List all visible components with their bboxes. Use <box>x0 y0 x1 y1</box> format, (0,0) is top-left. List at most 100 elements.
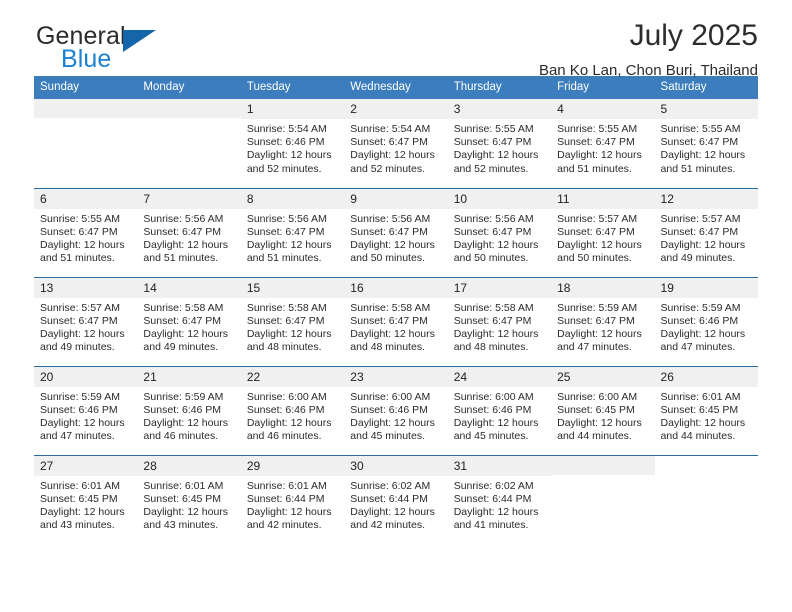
calendar-day-cell[interactable] <box>654 454 758 544</box>
day-sun-info: Sunrise: 6:01 AM Sunset: 6:45 PM Daylight:… <box>137 476 240 533</box>
day-sun-info-line: Sunrise: 5:56 AM <box>246 212 327 225</box>
day-cell-content <box>34 99 138 188</box>
calendar-body: 1 Sunrise: 5:54 AM Sunset: 6:46 PM Daylight… <box>34 99 758 544</box>
calendar-day-cell[interactable]: 6 Sunrise: 5:55 AM Sunset: 6:47 PM Daylight… <box>34 187 138 277</box>
calendar-day-cell[interactable]: 15 Sunrise: 5:58 AM Sunset: 6:47 PM Dayligh… <box>240 276 345 366</box>
day-number <box>137 99 241 118</box>
calendar-day-cell[interactable] <box>34 99 138 188</box>
day-cell-content: 30 Sunrise: 6:02 AM Sunset: 6:44 PM Dayligh… <box>344 455 448 545</box>
day-cell-content: 13 Sunrise: 5:57 AM Sunset: 6:47 PM Dayligh… <box>34 277 138 366</box>
day-sun-info: Sunrise: 5:58 AM Sunset: 6:47 PM Daylight:… <box>344 298 447 355</box>
calendar-day-cell[interactable]: 18 Sunrise: 5:59 AM Sunset: 6:47 PM Dayligh… <box>551 276 655 366</box>
day-sun-info: Sunrise: 6:02 AM Sunset: 6:44 PM Daylight:… <box>448 476 551 533</box>
day-sun-info: Sunrise: 5:54 AM Sunset: 6:46 PM Daylight:… <box>241 119 344 176</box>
weekday-header-saturday: Saturday <box>654 76 758 99</box>
day-number: 10 <box>447 188 552 209</box>
day-sun-info-line: Daylight: 12 hours <box>350 149 435 162</box>
calendar-day-cell[interactable]: 20 Sunrise: 5:59 AM Sunset: 6:46 PM Dayligh… <box>34 365 138 455</box>
day-sun-info-line: Sunrise: 5:56 AM <box>350 212 431 225</box>
calendar-day-cell[interactable]: 24 Sunrise: 6:00 AM Sunset: 6:46 PM Dayligh… <box>447 365 552 455</box>
calendar-day-cell[interactable]: 31 Sunrise: 6:02 AM Sunset: 6:44 PM Dayligh… <box>447 454 552 544</box>
calendar-day-cell[interactable]: 16 Sunrise: 5:58 AM Sunset: 6:47 PM Dayligh… <box>344 276 448 366</box>
day-sun-info-line: and 50 minutes. <box>350 252 425 265</box>
day-sun-info-line: Sunrise: 6:01 AM <box>143 479 224 492</box>
day-number: 20 <box>34 366 138 387</box>
day-cell-content: 27 Sunrise: 6:01 AM Sunset: 6:45 PM Dayligh… <box>34 455 138 545</box>
day-sun-info-line: and 49 minutes. <box>660 252 736 265</box>
day-sun-info-line: Sunrise: 6:00 AM <box>453 390 534 403</box>
day-cell-content: 24 Sunrise: 6:00 AM Sunset: 6:46 PM Dayligh… <box>447 366 552 455</box>
calendar-day-cell[interactable]: 13 Sunrise: 5:57 AM Sunset: 6:47 PM Dayligh… <box>34 276 138 366</box>
day-sun-info: Sunrise: 6:00 AM Sunset: 6:46 PM Daylight:… <box>241 387 344 444</box>
calendar-day-cell[interactable]: 8 Sunrise: 5:56 AM Sunset: 6:47 PM Daylight… <box>240 187 345 277</box>
calendar-week-row: 1 Sunrise: 5:54 AM Sunset: 6:46 PM Daylight… <box>34 99 758 188</box>
day-sun-info-line: Sunset: 6:47 PM <box>453 136 532 149</box>
day-cell-content: 25 Sunrise: 6:00 AM Sunset: 6:45 PM Dayligh… <box>551 366 655 455</box>
calendar-day-cell[interactable]: 28 Sunrise: 6:01 AM Sunset: 6:45 PM Dayligh… <box>137 454 241 544</box>
calendar-day-cell[interactable] <box>551 454 655 545</box>
day-cell-content: 4 Sunrise: 5:55 AM Sunset: 6:47 PM Daylight… <box>551 99 655 188</box>
calendar-day-cell[interactable]: 10 Sunrise: 5:56 AM Sunset: 6:47 PM Dayligh… <box>447 187 552 277</box>
day-number: 26 <box>654 366 758 387</box>
day-cell-content <box>551 455 655 545</box>
calendar-day-cell[interactable]: 30 Sunrise: 6:02 AM Sunset: 6:44 PM Dayligh… <box>344 454 448 545</box>
day-cell-content: 18 Sunrise: 5:59 AM Sunset: 6:47 PM Dayligh… <box>551 277 655 366</box>
calendar-day-cell[interactable]: 17 Sunrise: 5:58 AM Sunset: 6:47 PM Dayligh… <box>447 276 552 366</box>
calendar-day-cell[interactable]: 1 Sunrise: 5:54 AM Sunset: 6:46 PM Daylight… <box>240 99 345 188</box>
day-sun-info-line: Sunrise: 6:00 AM <box>350 390 431 403</box>
day-sun-info-line: and 48 minutes. <box>453 341 529 354</box>
day-sun-info-line: Sunset: 6:47 PM <box>557 136 635 149</box>
day-cell-content: 15 Sunrise: 5:58 AM Sunset: 6:47 PM Dayligh… <box>240 277 345 366</box>
day-sun-info: Sunrise: 6:01 AM Sunset: 6:45 PM Daylight:… <box>655 387 758 444</box>
calendar-day-cell[interactable]: 2 Sunrise: 5:54 AM Sunset: 6:47 PM Daylight… <box>344 99 448 188</box>
weekday-header-row: Sunday Monday Tuesday Wednesday Thursday… <box>34 76 758 99</box>
day-sun-info: Sunrise: 5:59 AM Sunset: 6:46 PM Daylight:… <box>655 298 758 355</box>
day-number: 25 <box>551 366 655 387</box>
calendar-day-cell[interactable]: 26 Sunrise: 6:01 AM Sunset: 6:45 PM Dayligh… <box>654 365 758 455</box>
day-cell-content: 2 Sunrise: 5:54 AM Sunset: 6:47 PM Daylight… <box>344 99 448 188</box>
day-sun-info-line: Daylight: 12 hours <box>246 149 332 162</box>
calendar-day-cell[interactable]: 3 Sunrise: 5:55 AM Sunset: 6:47 PM Daylight… <box>447 99 552 188</box>
calendar-day-cell[interactable]: 5 Sunrise: 5:55 AM Sunset: 6:47 PM Daylight… <box>654 99 758 188</box>
day-number: 15 <box>240 277 345 298</box>
weekday-header-wednesday: Wednesday <box>344 76 448 99</box>
day-number: 19 <box>654 277 758 298</box>
day-sun-info: Sunrise: 5:59 AM Sunset: 6:47 PM Daylight:… <box>551 298 654 355</box>
brand-logo[interactable]: General Blue <box>34 24 264 76</box>
day-sun-info-line: and 51 minutes. <box>143 252 219 265</box>
day-sun-info-line: Sunrise: 5:57 AM <box>660 212 741 225</box>
day-cell-content: 16 Sunrise: 5:58 AM Sunset: 6:47 PM Dayligh… <box>344 277 448 366</box>
day-cell-content: 9 Sunrise: 5:56 AM Sunset: 6:47 PM Daylight… <box>344 188 448 277</box>
day-cell-content: 6 Sunrise: 5:55 AM Sunset: 6:47 PM Daylight… <box>34 188 138 277</box>
day-sun-info-line: Sunset: 6:46 PM <box>350 403 428 416</box>
day-sun-info-line: Sunrise: 6:01 AM <box>40 479 120 492</box>
day-number: 3 <box>447 99 552 119</box>
calendar-day-cell[interactable]: 27 Sunrise: 6:01 AM Sunset: 6:45 PM Dayligh… <box>34 454 138 545</box>
day-sun-info-line: Sunrise: 6:00 AM <box>557 390 638 403</box>
calendar-day-cell[interactable]: 19 Sunrise: 5:59 AM Sunset: 6:46 PM Dayligh… <box>654 276 758 366</box>
day-sun-info-line: and 47 minutes. <box>660 341 736 354</box>
calendar-day-cell[interactable]: 25 Sunrise: 6:00 AM Sunset: 6:45 PM Dayligh… <box>551 365 655 455</box>
calendar-day-cell[interactable] <box>137 99 241 188</box>
calendar-day-cell[interactable]: 4 Sunrise: 5:55 AM Sunset: 6:47 PM Daylight… <box>551 99 655 188</box>
day-sun-info-line: Sunrise: 5:58 AM <box>143 301 224 314</box>
calendar-day-cell[interactable]: 23 Sunrise: 6:00 AM Sunset: 6:46 PM Dayligh… <box>344 365 448 455</box>
day-number: 2 <box>344 99 448 119</box>
day-sun-info-line: Daylight: 12 hours <box>246 505 332 518</box>
day-sun-info-line: Sunset: 6:45 PM <box>557 403 635 416</box>
calendar-day-cell[interactable]: 29 Sunrise: 6:01 AM Sunset: 6:44 PM Dayligh… <box>240 454 345 544</box>
brand-name-blue: Blue <box>61 45 112 73</box>
calendar-day-cell[interactable]: 9 Sunrise: 5:56 AM Sunset: 6:47 PM Daylight… <box>344 187 448 277</box>
day-number: 11 <box>551 188 655 209</box>
day-number: 30 <box>344 455 448 476</box>
day-sun-info-line: Daylight: 12 hours <box>246 327 332 340</box>
calendar-day-cell[interactable]: 7 Sunrise: 5:56 AM Sunset: 6:47 PM Daylight… <box>137 187 241 277</box>
calendar-day-cell[interactable]: 11 Sunrise: 5:57 AM Sunset: 6:47 PM Dayligh… <box>551 187 655 277</box>
day-sun-info-line: Sunrise: 5:58 AM <box>246 301 327 314</box>
day-sun-info-line: Sunrise: 5:57 AM <box>557 212 638 225</box>
calendar-day-cell[interactable]: 14 Sunrise: 5:58 AM Sunset: 6:47 PM Dayligh… <box>137 276 241 366</box>
calendar-day-cell[interactable]: 12 Sunrise: 5:57 AM Sunset: 6:47 PM Dayligh… <box>654 187 758 277</box>
calendar-day-cell[interactable]: 21 Sunrise: 5:59 AM Sunset: 6:46 PM Dayligh… <box>137 365 241 455</box>
calendar-day-cell[interactable]: 22 Sunrise: 6:00 AM Sunset: 6:46 PM Dayligh… <box>240 365 345 455</box>
day-number: 16 <box>344 277 448 298</box>
